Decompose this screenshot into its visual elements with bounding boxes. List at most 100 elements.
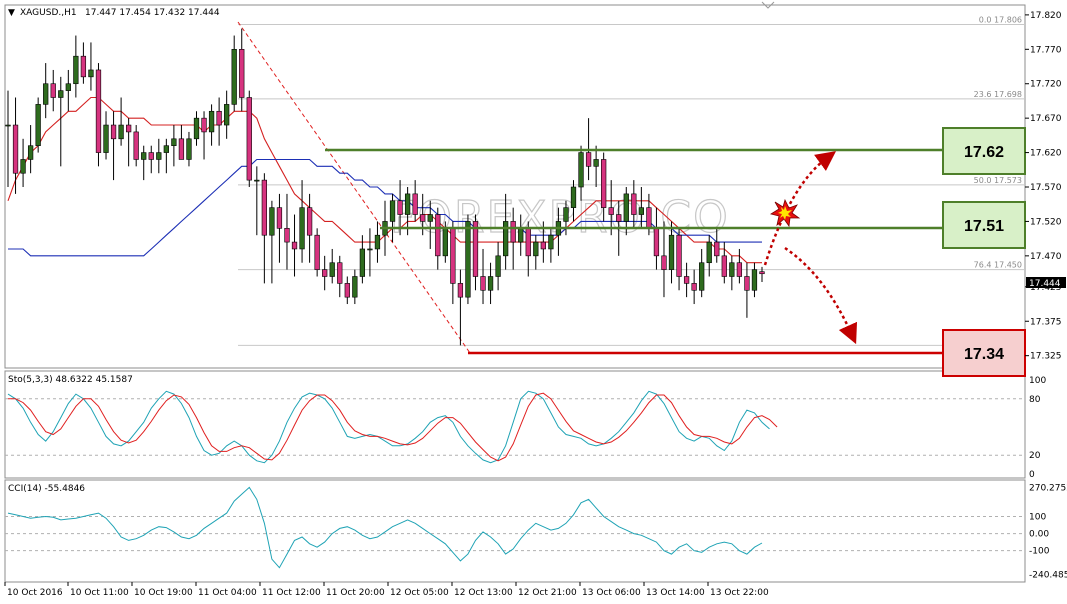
- candle-body: [254, 179, 260, 182]
- candle-body: [412, 193, 418, 215]
- chart-symbol: XAGUSD.,H1: [20, 8, 77, 18]
- candle-body: [533, 241, 539, 257]
- candle-body: [50, 83, 56, 98]
- candle-body: [525, 228, 531, 257]
- price-tick-label: 17.570: [1030, 183, 1062, 193]
- candle-body: [427, 214, 433, 222]
- candle-body: [570, 186, 577, 208]
- candle-body: [133, 131, 139, 160]
- candle-body: [65, 83, 71, 91]
- time-tick-label: 12 Oct 05:00: [390, 588, 449, 598]
- price-axis: 17.820 17.770 17.720 17.670 17.620 17.570 17.5…: [1025, 11, 1062, 362]
- candle-body: [27, 145, 34, 160]
- price-tick-label: 17.470: [1030, 252, 1062, 262]
- cci-pane: [4, 479, 1026, 583]
- time-axis: 10 Oct 2016 10 Oct 11:00 10 Oct 19:00 11 Oc…: [4, 582, 769, 598]
- candle-body: [729, 262, 735, 277]
- candle-body: [623, 193, 629, 222]
- level-box-17-51[interactable]: 17.51: [942, 201, 1026, 249]
- stochastic-pane: [4, 370, 1026, 479]
- candle-body: [216, 110, 222, 126]
- candle-body: [118, 124, 124, 140]
- chart-ohlc: 17.447 17.454 17.432 17.444: [85, 8, 220, 18]
- level-box-17-34[interactable]: 17.34: [942, 329, 1026, 377]
- candle-body: [420, 214, 426, 222]
- candle-body: [668, 234, 675, 270]
- time-tick-label: 13 Oct 06:00: [582, 588, 641, 598]
- cci-tick-label: 0.00: [1029, 530, 1049, 540]
- candle-body: [329, 262, 335, 277]
- stochastic-tick-label: 100: [1029, 376, 1046, 386]
- candle-body: [276, 207, 283, 229]
- candle-body: [548, 234, 554, 250]
- current-price-label: 17.444: [1029, 279, 1061, 289]
- time-tick-label: 11 Oct 20:00: [326, 588, 385, 598]
- candle-body: [699, 262, 705, 291]
- candle-body: [503, 221, 509, 257]
- candle-body: [404, 193, 411, 215]
- candle-body: [510, 221, 516, 243]
- cci-tick-label: -100: [1029, 547, 1050, 557]
- candle-body: [299, 207, 305, 250]
- candle-body: [578, 152, 584, 188]
- time-tick-label: 12 Oct 13:00: [454, 588, 513, 598]
- candle-body: [291, 241, 298, 250]
- candle-body: [661, 255, 667, 270]
- candle-body: [163, 145, 169, 153]
- time-tick-label: 10 Oct 19:00: [134, 588, 193, 598]
- stochastic-tick-label: 0: [1029, 470, 1035, 480]
- time-tick-label: 13 Oct 22:00: [710, 588, 769, 598]
- candle-body: [80, 55, 87, 78]
- candle-body: [706, 241, 712, 264]
- candle-body: [171, 138, 177, 146]
- level-box-17-62[interactable]: 17.62: [942, 127, 1026, 175]
- candle-body: [736, 262, 743, 277]
- candle-body: [714, 241, 720, 257]
- candle-body: [73, 55, 79, 85]
- candle-body: [616, 214, 622, 222]
- candle-body: [20, 159, 26, 174]
- candle-body: [608, 207, 614, 215]
- candle-body: [721, 255, 727, 277]
- stochastic-axis: 100 80 20 0: [1029, 376, 1046, 480]
- candle-body: [751, 269, 758, 291]
- fib-level-label: 23.6 17.698: [974, 90, 1022, 99]
- price-tick-label: 17.520: [1030, 217, 1062, 227]
- candle-body: [676, 234, 682, 277]
- time-tick-label: 11 Oct 12:00: [262, 588, 321, 598]
- trading-chart: ▼ XAGUSD.,H1 17.447 17.454 17.432 17.444…: [4, 1, 1067, 598]
- candle-body: [518, 228, 524, 243]
- candle-body: [631, 193, 637, 215]
- price-pane: [4, 4, 1026, 369]
- candle-body: [126, 124, 132, 133]
- candle-body: [442, 228, 448, 257]
- candle-body: [193, 117, 200, 140]
- candle-body: [465, 221, 471, 298]
- time-tick-label: 10 Oct 2016: [7, 588, 63, 598]
- price-tick-label: 17.720: [1030, 80, 1062, 90]
- candle-body: [239, 49, 245, 98]
- cci-tick-label: -240.485: [1029, 571, 1067, 581]
- candle-body: [593, 159, 599, 167]
- candle-body: [224, 104, 230, 126]
- candle-body: [261, 179, 267, 236]
- candle-body: [691, 283, 697, 291]
- cci-tick-label: 270.2752: [1029, 483, 1067, 493]
- candle-body: [585, 152, 592, 167]
- candle-body: [563, 207, 569, 222]
- candle-body: [269, 207, 275, 236]
- cci-tick-label: 100: [1029, 512, 1046, 522]
- time-tick-label: 12 Oct 21:00: [518, 588, 577, 598]
- cci-axis: 270.2752 100 0.00 -100 -240.485: [1029, 483, 1067, 580]
- price-tick-label: 17.770: [1030, 45, 1062, 55]
- candle-body: [12, 124, 19, 174]
- candle-body: [5, 124, 11, 127]
- time-tick-label: 10 Oct 11:00: [70, 588, 129, 598]
- candle-body: [306, 207, 313, 236]
- candle-body: [374, 234, 381, 250]
- candle-body: [103, 124, 109, 153]
- candle-body: [35, 104, 41, 146]
- candle-body: [601, 159, 607, 208]
- candle-body: [344, 283, 350, 298]
- candle-body: [653, 228, 660, 257]
